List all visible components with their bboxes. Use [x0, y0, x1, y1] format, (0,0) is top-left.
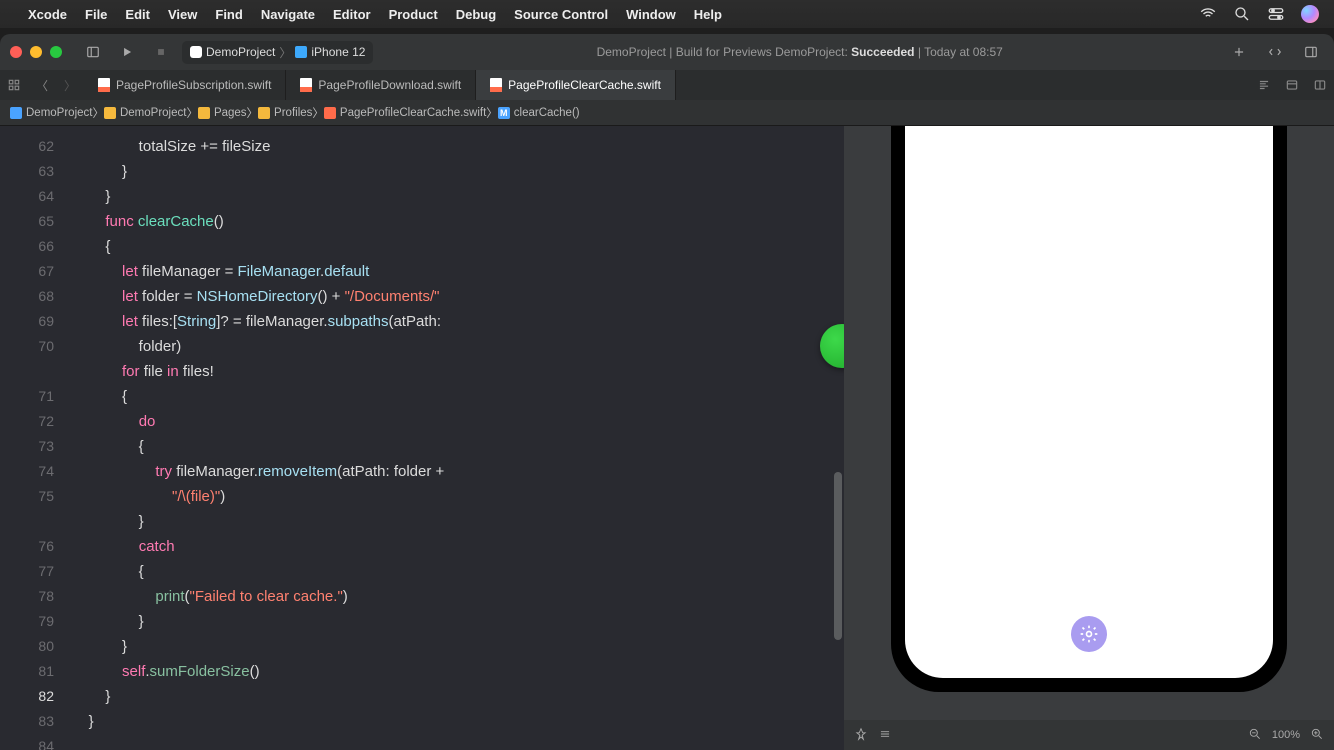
- zoom-out-button[interactable]: [1248, 727, 1262, 744]
- crumb-label: clearCache(): [514, 107, 580, 119]
- siri-icon[interactable]: [1300, 4, 1320, 24]
- swift-file-icon: [300, 78, 312, 92]
- tab-pageprofileclearcache-swift[interactable]: PageProfileClearCache.swift: [476, 70, 676, 100]
- preview-live-button[interactable]: [878, 727, 892, 744]
- menu-navigate[interactable]: Navigate: [261, 7, 315, 22]
- minimap-toggle-button[interactable]: [1250, 70, 1278, 100]
- close-window-button[interactable]: [10, 46, 22, 58]
- nav-forward-button[interactable]: 〉: [56, 70, 84, 100]
- add-button[interactable]: [1226, 41, 1252, 63]
- menu-view[interactable]: View: [168, 7, 197, 22]
- device-icon: [295, 46, 307, 58]
- proj-icon: [10, 107, 22, 119]
- preview-canvas[interactable]: 100%: [844, 126, 1334, 750]
- editor-split: 6263646566676869707172737475767778798081…: [0, 126, 1334, 750]
- mac-menubar: Xcode File Edit View Find Navigate Editor Prod…: [0, 0, 1334, 28]
- scheme-project: DemoProject: [206, 45, 275, 59]
- preview-settings-icon[interactable]: [1071, 616, 1107, 652]
- fld-icon: [198, 107, 210, 119]
- tab-label: PageProfileClearCache.swift: [508, 78, 661, 92]
- menu-window[interactable]: Window: [626, 7, 676, 22]
- crumb-demoproject[interactable]: DemoProject: [10, 107, 92, 119]
- app-name[interactable]: Xcode: [28, 7, 67, 22]
- menu-debug[interactable]: Debug: [456, 7, 496, 22]
- related-items-button[interactable]: [0, 70, 28, 100]
- m-icon: M: [498, 107, 510, 119]
- fld-icon: [258, 107, 270, 119]
- crumb-label: Pages: [214, 107, 247, 119]
- fld-icon: [104, 107, 116, 119]
- add-editor-button[interactable]: [1306, 70, 1334, 100]
- code-text[interactable]: totalSize += fileSize } } func clearCach…: [72, 126, 844, 750]
- code-review-button[interactable]: [1262, 41, 1288, 63]
- app-icon: [190, 46, 202, 58]
- file-icon: [324, 107, 336, 119]
- crumb-profiles[interactable]: Profiles: [258, 107, 312, 119]
- pin-preview-button[interactable]: [854, 727, 868, 744]
- stop-button[interactable]: [148, 41, 174, 63]
- crumb-label: Profiles: [274, 107, 312, 119]
- crumb-pages[interactable]: Pages: [198, 107, 247, 119]
- scrollbar-thumb[interactable]: [834, 472, 842, 640]
- menu-editor[interactable]: Editor: [333, 7, 371, 22]
- wifi-icon[interactable]: [1198, 4, 1218, 24]
- spotlight-icon[interactable]: [1232, 4, 1252, 24]
- control-center-icon[interactable]: [1266, 4, 1286, 24]
- crumb-clearcache-[interactable]: MclearCache(): [498, 107, 580, 119]
- menu-help[interactable]: Help: [694, 7, 722, 22]
- adjust-editor-button[interactable]: [1278, 70, 1306, 100]
- scheme-selector[interactable]: DemoProject 〉 iPhone 12: [182, 41, 373, 64]
- toggle-inspector-button[interactable]: [1298, 41, 1324, 63]
- tab-pageprofilesubscription-swift[interactable]: PageProfileSubscription.swift: [84, 70, 286, 100]
- tab-label: PageProfileSubscription.swift: [116, 78, 271, 92]
- document-tab-bar: 〈 〉 PageProfileSubscription.swift PagePro…: [0, 70, 1334, 100]
- menu-file[interactable]: File: [85, 7, 107, 22]
- crumb-label: PageProfileClearCache.swift: [340, 107, 486, 119]
- zoom-window-button[interactable]: [50, 46, 62, 58]
- zoom-level[interactable]: 100%: [1272, 729, 1300, 741]
- menu-source-control[interactable]: Source Control: [514, 7, 608, 22]
- preview-toolbar: 100%: [844, 720, 1334, 750]
- device-frame: [891, 126, 1287, 692]
- crumb-label: DemoProject: [26, 107, 92, 119]
- tab-pageprofiledownload-swift[interactable]: PageProfileDownload.swift: [286, 70, 476, 100]
- nav-back-button[interactable]: 〈: [28, 70, 56, 100]
- preview-screen[interactable]: [905, 126, 1273, 678]
- line-gutter[interactable]: 6263646566676869707172737475767778798081…: [0, 126, 72, 750]
- minimize-window-button[interactable]: [30, 46, 42, 58]
- activity-status: DemoProject | Build for Previews DemoPro…: [381, 45, 1218, 59]
- swift-file-icon: [98, 78, 110, 92]
- scheme-device: iPhone 12: [311, 45, 365, 59]
- menu-edit[interactable]: Edit: [125, 7, 150, 22]
- tab-label: PageProfileDownload.swift: [318, 78, 461, 92]
- code-editor[interactable]: 6263646566676869707172737475767778798081…: [0, 126, 844, 750]
- swift-file-icon: [490, 78, 502, 92]
- menu-find[interactable]: Find: [215, 7, 242, 22]
- crumb-demoproject[interactable]: DemoProject: [104, 107, 186, 119]
- xcode-window: DemoProject 〉 iPhone 12 DemoProject | Bu…: [0, 34, 1334, 750]
- crumb-pageprofileclearcache-swift[interactable]: PageProfileClearCache.swift: [324, 107, 486, 119]
- jump-bar[interactable]: DemoProject〉DemoProject〉Pages〉Profiles〉P…: [0, 100, 1334, 126]
- zoom-in-button[interactable]: [1310, 727, 1324, 744]
- run-button[interactable]: [114, 41, 140, 63]
- toggle-navigator-button[interactable]: [80, 41, 106, 63]
- traffic-lights[interactable]: [10, 46, 62, 58]
- crumb-label: DemoProject: [120, 107, 186, 119]
- window-toolbar: DemoProject 〉 iPhone 12 DemoProject | Bu…: [0, 34, 1334, 70]
- menu-product[interactable]: Product: [389, 7, 438, 22]
